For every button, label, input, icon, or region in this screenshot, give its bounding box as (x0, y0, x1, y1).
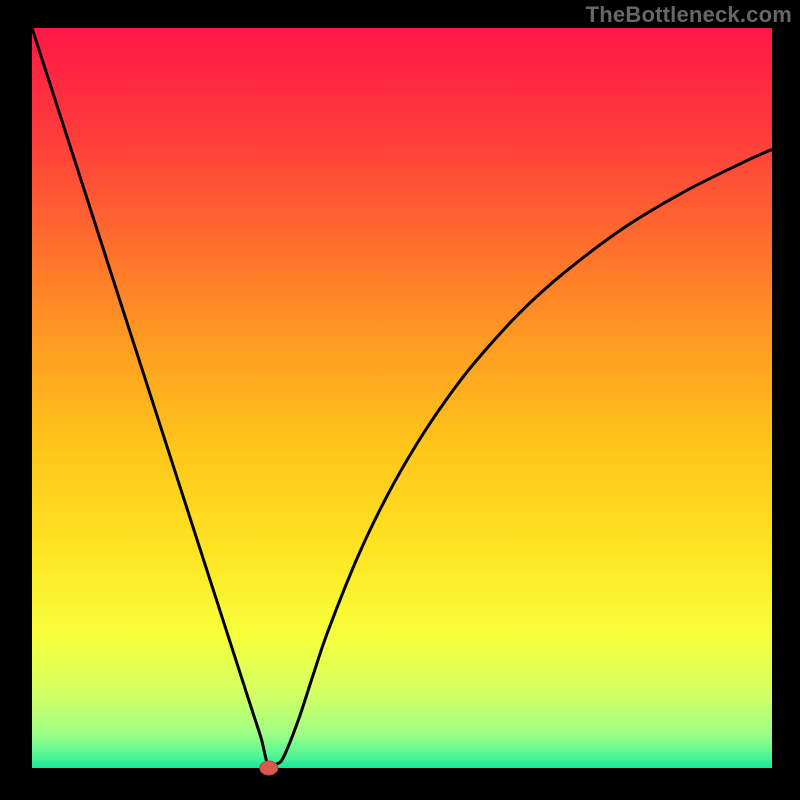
bottleneck-chart (0, 0, 800, 800)
watermark-text: TheBottleneck.com (586, 2, 792, 28)
minimum-marker (260, 761, 278, 775)
plot-background (32, 28, 772, 768)
chart-frame: TheBottleneck.com (0, 0, 800, 800)
